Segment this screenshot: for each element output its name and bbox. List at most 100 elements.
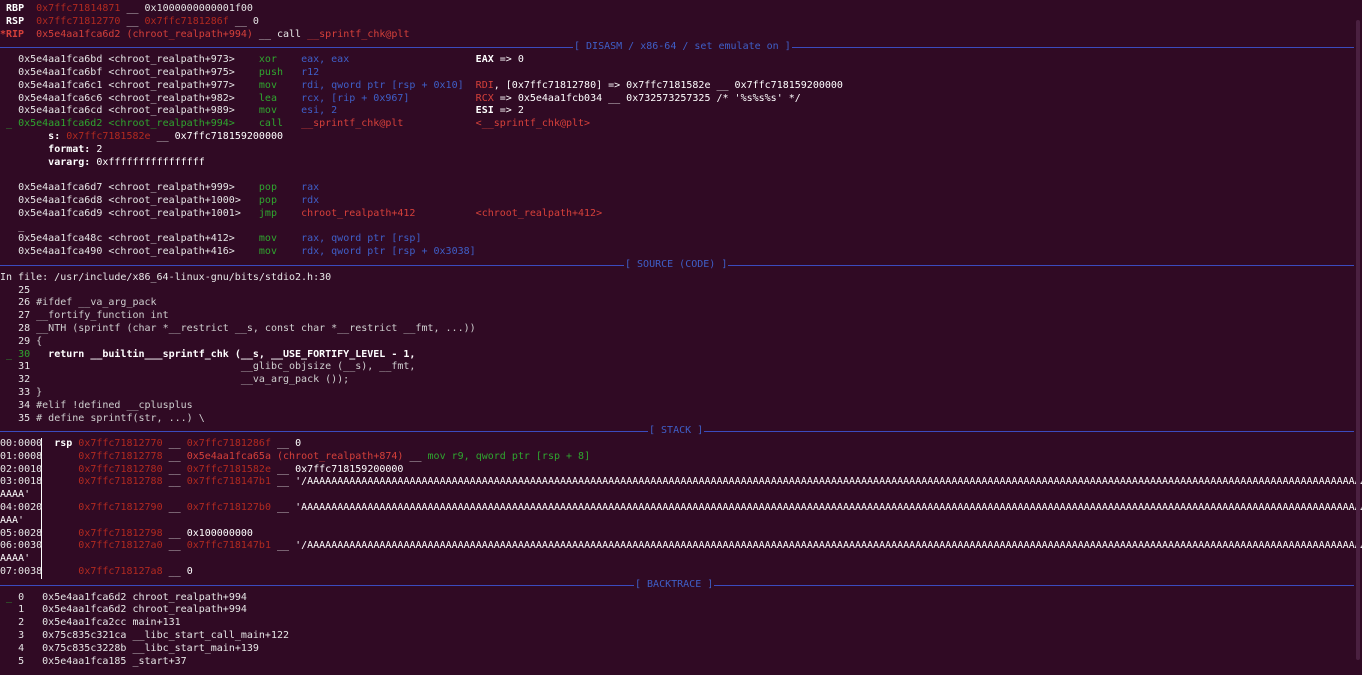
source-line[interactable]: _ 30 return __builtin___sprintf_chk (__s… [0,349,1362,362]
stack-row[interactable]: 07:0038 0x7ffc718127a8 __ 0 [0,566,1362,579]
backtrace-frame[interactable]: 4 0x75c835c3228b __libc_start_main+139 [0,643,1362,656]
call-argument[interactable]: format: 2 [0,144,1362,157]
stack-row[interactable]: 06:0030 0x7ffc718127a0 __ 0x7ffc718147b1… [0,540,1362,553]
instruction-mnemonic: mov [258,105,302,117]
arrow-separator: __ [162,438,187,450]
source-code: __NTH (sprintf (char *__restrict __s, co… [36,322,476,334]
current-marker [0,656,18,667]
disasm-line[interactable]: 0x5e4aa1fca6d7 <chroot_realpath+999> pop… [0,182,1362,195]
arrow-separator: __ [120,15,145,27]
backtrace-frame[interactable]: _ 0 0x5e4aa1fca6d2 chroot_realpath+994 [0,592,1362,605]
source-code: } [36,386,43,398]
backtrace-frame[interactable]: 3 0x75c835c321ca __libc_start_call_main+… [0,630,1362,643]
stack-value-wrap: AAAA' [0,553,31,565]
backtrace-frame[interactable]: 5 0x5e4aa1fca185 _start+37 [0,656,1362,669]
line-number: 30 [18,348,31,360]
instruction-address: 0x5e4aa1fca6d8 [18,194,103,206]
disasm-line[interactable]: 0x5e4aa1fca6cd <chroot_realpath+989> mov… [0,105,1362,118]
register-rbp: RBP 0x7ffc71814871 __ 0x1000000000001f00 [0,3,1362,16]
instruction-symbol: <chroot_realpath+977> [108,79,259,91]
stack-offset: 06:0030 [0,540,43,552]
disasm-line[interactable]: 0x5e4aa1fca6bf <chroot_realpath+975> pus… [0,67,1362,80]
register-instruction: call [277,28,302,40]
stack-register [54,502,78,513]
backtrace-frame[interactable]: 1 0x5e4aa1fca6d2 chroot_realpath+994 [0,604,1362,617]
disasm-line[interactable]: 0x5e4aa1fca6d8 <chroot_realpath+1000> po… [0,195,1362,208]
source-code: return __builtin___sprintf_chk (__s, __U… [36,348,416,360]
source-line[interactable]: 33 } [0,387,1362,400]
section-separator-stack: [ STACK ] [0,425,1362,439]
instruction-address: 0x5e4aa1fca6bd [18,54,103,66]
source-line[interactable]: 34 #elif !defined __cplusplus [0,400,1362,413]
instruction-operands: rdx, qword ptr [rsp + 0x3038] [301,246,476,258]
call-argument[interactable]: s: 0x7ffc7181582e __ 0x7ffc718159200000 [0,131,1362,144]
stack-address: 0x7ffc71812770 [78,438,163,450]
stack-address: 0x7ffc71812790 [78,502,163,514]
stack-row-wrap[interactable]: AAAA' [0,553,1362,566]
disasm-line[interactable]: 0x5e4aa1fca6c1 <chroot_realpath+977> mov… [0,80,1362,93]
backtrace-frame[interactable]: 2 0x5e4aa1fca2cc main+131 [0,617,1362,630]
instruction-mnemonic: jmp [258,207,302,219]
stack-row[interactable]: 03:0018 0x7ffc71812788 __ 0x7ffc718147b1… [0,476,1362,489]
disasm-line[interactable]: 0x5e4aa1fca6c6 <chroot_realpath+982> lea… [0,93,1362,106]
stack-row[interactable]: 00:0000 rsp 0x7ffc71812770 __ 0x7ffc7181… [0,438,1362,451]
stack-row-wrap[interactable]: AAAA' [0,489,1362,502]
source-line[interactable]: 32 __va_arg_pack ()); [0,374,1362,387]
instruction-address: 0x5e4aa1fca6bf [18,66,103,78]
scrollbar-thumb[interactable] [1356,20,1360,660]
source-line[interactable]: 27 __fortify_function int [0,310,1362,323]
line-number: 29 [18,335,31,347]
instruction-operands: rax, qword ptr [rsp] [301,233,422,245]
argument-value: 0xffffffffffffffff [96,156,205,168]
arrow-separator: __ [270,540,296,552]
terminal-window[interactable]: RBP 0x7ffc71814871 __ 0x1000000000001f00… [0,0,1362,675]
stack-row[interactable]: 04:0020 0x7ffc71812790 __ 0x7ffc718127b0… [0,502,1362,515]
current-marker [0,105,18,116]
stack-row[interactable]: 05:0028 0x7ffc71812798 __ 0x100000000 [0,528,1362,541]
argument-name: format: [48,143,91,155]
instruction-operands: rcx, [rip + 0x967] [301,92,476,104]
disasm-line[interactable]: 0x5e4aa1fca6bd <chroot_realpath+973> xor… [0,54,1362,67]
instruction-operands: r12 [301,66,476,78]
source-line[interactable]: 28 __NTH (sprintf (char *__restrict __s,… [0,323,1362,336]
terminal-scrollbar[interactable] [1354,0,1360,675]
instruction-symbol: <chroot_realpath+973> [108,54,259,66]
stack-address: 0x7ffc718127a0 [78,540,163,552]
frame-function: chroot_realpath+994 [132,604,247,616]
stack-offset: 01:0008 [0,450,43,462]
stack-register [54,451,78,462]
instruction-operands: eax, eax [301,54,476,66]
register-name: RSP [6,15,25,27]
instruction-mnemonic: mov [258,79,302,91]
source-line[interactable]: 26 #ifdef __va_arg_pack [0,297,1362,310]
current-marker: _ [0,591,19,603]
disasm-line[interactable]: 0x5e4aa1fca48c <chroot_realpath+412> mov… [0,233,1362,246]
stack-offset: 05:0028 [0,527,43,539]
section-separator-backtrace: [ BACKTRACE ] [0,578,1362,592]
arrow-separator: __ [162,502,187,514]
call-argument[interactable]: vararg: 0xffffffffffffffff [0,157,1362,170]
stack-row[interactable]: 01:0008 0x7ffc71812778 __ 0x5e4aa1fca65a… [0,451,1362,464]
disasm-line[interactable]: 0x5e4aa1fca6d9 <chroot_realpath+1001> jm… [0,208,1362,221]
instruction-operands: esi, 2 [301,105,476,117]
source-line[interactable]: 31 __glibc_objsize (__s), __fmt, [0,361,1362,374]
disasm-line[interactable]: 0x5e4aa1fca490 <chroot_realpath+416> mov… [0,246,1362,259]
stack-row[interactable]: 02:0010 0x7ffc71812780 __ 0x7ffc7181582e… [0,464,1362,477]
comment-register: RCX [475,92,494,104]
line-number: 26 [18,297,31,309]
stack-row-wrap[interactable]: AAA' [0,515,1362,528]
instruction-symbol: <chroot_realpath+989> [108,105,259,117]
stack-pointer: 0x7ffc718147b1 [186,540,271,552]
source-line[interactable]: 29 { [0,336,1362,349]
frame-function: __libc_start_call_main+122 [132,630,290,642]
instruction-mnemonic: lea [258,92,302,104]
disassembly-panel: 0x5e4aa1fca6bd <chroot_realpath+973> xor… [0,54,1362,131]
source-line[interactable]: 25 [0,285,1362,298]
source-code: #elif !defined __cplusplus [36,399,193,411]
disasm-line[interactable]: _ 0x5e4aa1fca6d2 <chroot_realpath+994> c… [0,118,1362,131]
source-line[interactable]: 35 # define sprintf(str, ...) \ [0,413,1362,426]
